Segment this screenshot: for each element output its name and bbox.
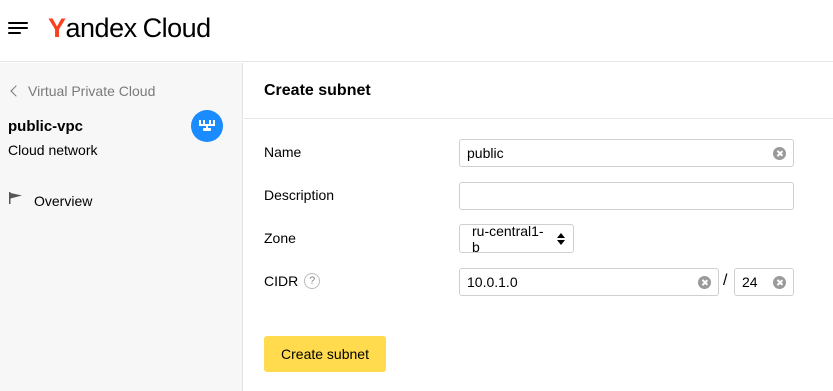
name-input[interactable] [460,140,793,166]
description-input[interactable] [460,183,793,209]
clear-icon[interactable] [698,276,711,289]
cidr-prefix-wrapper [734,268,794,296]
sidebar-item-overview[interactable]: Overview [8,191,92,210]
zone-label: Zone [264,230,296,246]
clear-icon[interactable] [773,276,786,289]
network-type: Cloud network [8,142,98,158]
cidr-address-wrapper [459,268,719,296]
sort-arrows-icon [557,232,565,245]
create-subnet-button[interactable]: Create subnet [264,336,386,372]
cidr-separator: / [723,272,728,289]
vpc-network-icon [191,110,223,142]
top-bar: Yandex Cloud [0,0,833,62]
cidr-label: CIDR [264,273,299,289]
page-title: Create subnet [264,82,371,99]
name-label: Name [264,144,302,160]
sidebar: Virtual Private Cloud public-vpc Cloud n… [0,63,243,391]
zone-select-value: ru-central1-b [472,222,544,255]
description-field-wrapper [459,182,794,210]
content-header: Create subnet [244,63,833,119]
clear-icon[interactable] [773,147,786,160]
back-to-vpc-link[interactable]: Virtual Private Cloud [10,83,155,99]
hamburger-menu-icon[interactable] [8,20,28,36]
name-field-wrapper [459,139,794,167]
network-name: public-vpc [8,118,84,135]
sidebar-item-label: Overview [34,192,93,209]
back-link-label: Virtual Private Cloud [28,83,156,99]
description-label: Description [264,187,335,203]
cidr-address-input[interactable] [460,269,718,295]
main-content: Create subnet Name Description Zone ru-c… [244,63,833,391]
zone-select[interactable]: ru-central1-b [459,222,574,255]
help-icon[interactable]: ? [304,273,321,289]
yandex-cloud-logo[interactable]: Yandex Cloud [48,12,211,44]
cidr-label-row: CIDR ? [264,273,321,289]
flag-icon [8,191,24,210]
chevron-left-icon [10,85,22,97]
